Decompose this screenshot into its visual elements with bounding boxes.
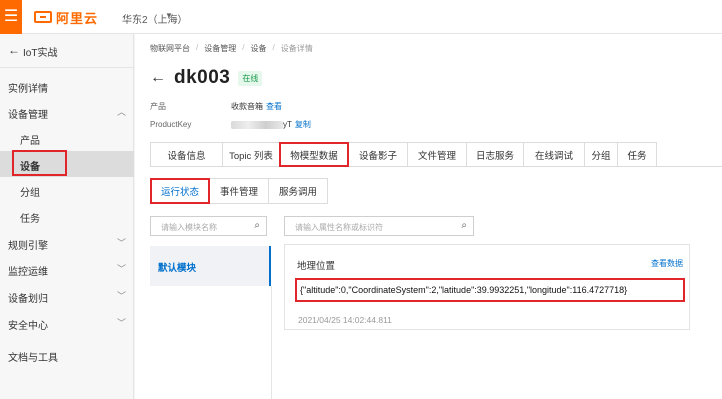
sidebar-item-label: 文档与工具 bbox=[8, 353, 58, 364]
breadcrumb-separator: / bbox=[196, 43, 199, 52]
tab-online-debug[interactable]: 在线调试 bbox=[523, 142, 585, 167]
module-search-placeholder: 请输入模块名称 bbox=[161, 223, 217, 232]
breadcrumb-separator: / bbox=[242, 43, 245, 52]
sidebar-item-products[interactable]: 产品 bbox=[0, 125, 134, 151]
sidebar-item-groups[interactable]: 分组 bbox=[0, 177, 134, 203]
main-content: 物联网平台 / 设备管理 / 设备 / 设备详情 ← dk003 在线 产品 收… bbox=[135, 34, 722, 399]
subtab-event-management[interactable]: 事件管理 bbox=[209, 178, 269, 204]
search-icon[interactable]: ⌕ bbox=[254, 220, 260, 231]
breadcrumb-device-management[interactable]: 设备管理 bbox=[204, 43, 236, 54]
arrow-left-icon[interactable]: ← bbox=[8, 43, 20, 57]
tab-device-shadow[interactable]: 设备影子 bbox=[348, 142, 408, 167]
aliyun-logo[interactable]: 阿里云 bbox=[34, 9, 99, 26]
top-bar: ☰ 阿里云 华东2（上海） ▼ bbox=[0, 0, 722, 34]
subtab-runtime-status[interactable]: 运行状态 bbox=[150, 178, 210, 204]
sidebar-item-instance-details[interactable]: 实例详情 bbox=[0, 73, 134, 99]
sidebar-item-monitoring[interactable]: 监控运维 ﹀ bbox=[0, 256, 134, 282]
productkey-value-row: yT 复制 bbox=[231, 119, 311, 130]
sidebar-item-label: 设备管理 bbox=[8, 110, 48, 121]
sidebar-item-device-management[interactable]: 设备管理 ︿ bbox=[0, 99, 134, 125]
sidebar-item-label: 产品 bbox=[20, 136, 40, 147]
breadcrumb-device-details: 设备详情 bbox=[280, 44, 313, 53]
tab-device-info[interactable]: 设备信息 bbox=[150, 142, 223, 167]
page-title-row: ← dk003 在线 bbox=[150, 66, 263, 90]
chevron-down-icon: ﹀ bbox=[116, 238, 126, 248]
module-list-divider bbox=[271, 286, 272, 399]
subtab-service-calls[interactable]: 服务调用 bbox=[268, 178, 328, 204]
property-search-placeholder: 请输入属性名称或标识符 bbox=[295, 223, 383, 232]
detail-tabs: 设备信息 Topic 列表 物模型数据 设备影子 文件管理 日志服务 在线调试 … bbox=[150, 142, 657, 167]
view-data-link[interactable]: 查看数据 bbox=[651, 258, 683, 269]
tab-jobs[interactable]: 任务 bbox=[617, 142, 657, 167]
sidebar-item-label: 实例详情 bbox=[8, 84, 48, 95]
module-list-item-default[interactable]: 默认模块 bbox=[150, 246, 271, 286]
tab-topic-list[interactable]: Topic 列表 bbox=[222, 142, 280, 167]
tab-log-service[interactable]: 日志服务 bbox=[466, 142, 524, 167]
thing-model-subtabs: 运行状态 事件管理 服务调用 bbox=[150, 178, 328, 204]
property-timestamp: 2021/04/25 14:02:44.811 bbox=[298, 315, 392, 325]
product-value-row: 收款音箱 查看 bbox=[231, 101, 282, 112]
module-label: 默认模块 bbox=[158, 263, 197, 274]
tab-thing-model-data[interactable]: 物模型数据 bbox=[279, 142, 349, 167]
copy-productkey-link[interactable]: 复制 bbox=[295, 120, 311, 129]
sidebar-item-label: 规则引擎 bbox=[8, 241, 48, 252]
property-search-input[interactable]: 请输入属性名称或标识符 ⌕ bbox=[284, 216, 474, 236]
sidebar-item-label: 设备划归 bbox=[8, 294, 48, 305]
sidebar-item-label: 安全中心 bbox=[8, 321, 48, 332]
logo-mark-icon bbox=[34, 11, 52, 23]
sidebar-item-label: 分组 bbox=[20, 188, 40, 199]
product-label: 产品 bbox=[150, 102, 166, 111]
caret-down-icon[interactable]: ▼ bbox=[165, 11, 173, 20]
property-card-location: 地理位置 查看数据 {"altitude":0,"CoordinateSyste… bbox=[284, 244, 690, 330]
chevron-down-icon: ﹀ bbox=[116, 291, 126, 301]
instance-name: IoT实战 bbox=[23, 48, 58, 59]
page-title: dk003 bbox=[174, 67, 231, 88]
breadcrumb-separator: / bbox=[272, 43, 275, 52]
tab-groups[interactable]: 分组 bbox=[584, 142, 618, 167]
productkey-redacted bbox=[231, 120, 283, 129]
breadcrumb: 物联网平台 / 设备管理 / 设备 / 设备详情 bbox=[150, 43, 319, 54]
sidebar-item-docs-tools[interactable]: 文档与工具 bbox=[0, 342, 134, 368]
tab-file-management[interactable]: 文件管理 bbox=[407, 142, 467, 167]
sidebar-back-row[interactable]: ← IoT实战 bbox=[0, 34, 134, 68]
property-value-highlight: {"altitude":0,"CoordinateSystem":2,"lati… bbox=[295, 278, 685, 302]
chevron-up-icon: ︿ bbox=[116, 107, 126, 117]
module-search-input[interactable]: 请输入模块名称 ⌕ bbox=[150, 216, 267, 236]
status-badge: 在线 bbox=[238, 70, 263, 86]
breadcrumb-devices[interactable]: 设备 bbox=[250, 43, 266, 54]
sidebar: ← IoT实战 实例详情 设备管理 ︿ 产品 设备 分组 任务 规则引擎 ﹀ 监… bbox=[0, 34, 134, 399]
view-product-link[interactable]: 查看 bbox=[266, 102, 282, 111]
sidebar-item-rule-engine[interactable]: 规则引擎 ﹀ bbox=[0, 230, 134, 256]
productkey-label: ProductKey bbox=[150, 120, 192, 129]
sidebar-item-device-distribution[interactable]: 设备划归 ﹀ bbox=[0, 283, 134, 309]
menu-icon[interactable]: ☰ bbox=[0, 0, 22, 34]
sidebar-item-security[interactable]: 安全中心 ﹀ bbox=[0, 310, 134, 336]
chevron-down-icon: ﹀ bbox=[116, 264, 126, 274]
logo-text: 阿里云 bbox=[56, 10, 99, 26]
breadcrumb-iot-platform[interactable]: 物联网平台 bbox=[150, 43, 190, 54]
sidebar-item-label: 监控运维 bbox=[8, 267, 48, 278]
sidebar-item-jobs[interactable]: 任务 bbox=[0, 203, 134, 229]
productkey-suffix: yT bbox=[283, 120, 292, 129]
chevron-down-icon: ﹀ bbox=[116, 318, 126, 328]
product-value: 收款音箱 bbox=[231, 102, 263, 111]
sidebar-item-label: 任务 bbox=[20, 214, 40, 225]
back-arrow-icon[interactable]: ← bbox=[150, 69, 166, 87]
property-name: 地理位置 bbox=[297, 261, 336, 272]
search-icon[interactable]: ⌕ bbox=[461, 220, 467, 231]
property-value: {"altitude":0,"CoordinateSystem":2,"lati… bbox=[300, 285, 628, 295]
highlight-box-devices bbox=[12, 150, 67, 176]
region-selector[interactable]: 华东2（上海） bbox=[122, 11, 188, 26]
